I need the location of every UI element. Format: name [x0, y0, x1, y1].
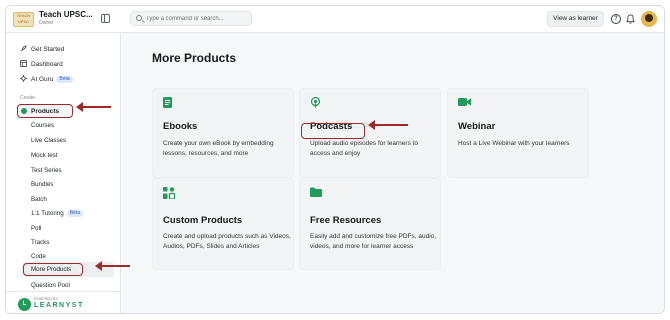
avatar[interactable] [641, 11, 657, 27]
page-title: More Products [152, 51, 237, 65]
search-icon [136, 15, 142, 21]
sidebar-toggle-icon[interactable] [101, 14, 110, 23]
custom-product-icon [163, 187, 175, 199]
sidebar-item-ai-guru[interactable]: AI Guru Beta [31, 76, 73, 83]
sidebar-item-products[interactable]: Products [17, 104, 73, 118]
card-description: Upload audio episodes for learners to ac… [310, 140, 419, 157]
dashboard-icon [20, 60, 27, 67]
product-card-custom-products[interactable]: Custom Products Create and upload produc… [152, 178, 294, 270]
annotation-highlight-box [301, 123, 365, 139]
sidebar-item-get-started[interactable]: Get Started [31, 46, 64, 53]
sidebar-item-test-series[interactable]: Test Series [31, 167, 62, 174]
sidebar-item-batch[interactable]: Batch [31, 196, 47, 203]
sidebar: Get Started Dashboard AI Guru Beta Create… [6, 33, 121, 313]
card-title: Custom Products [163, 215, 243, 226]
annotation-arrow [76, 102, 111, 112]
section-label-create: Create [20, 95, 36, 101]
ebook-icon [163, 97, 172, 108]
sidebar-item-label: AI Guru [31, 76, 54, 83]
brand-logo-text: TEACH UPSC [16, 13, 31, 24]
sidebar-item-dashboard[interactable]: Dashboard [31, 61, 63, 68]
brand-role: Owner [39, 20, 54, 26]
search-input[interactable] [146, 15, 246, 23]
brand-logo: TEACH UPSC [13, 12, 34, 27]
beta-badge: Beta [56, 76, 73, 83]
sparkle-icon [20, 75, 27, 82]
learnyst-wordmark: LEARNYST [34, 302, 84, 309]
view-as-learner-button[interactable]: View as learner [547, 11, 604, 27]
sidebar-item-courses[interactable]: Courses [31, 122, 54, 129]
sidebar-item-bundles[interactable]: Bundles [31, 181, 53, 188]
card-title: Free Resources [310, 215, 382, 226]
card-title: Ebooks [163, 121, 198, 132]
top-bar: TEACH UPSC Teach UPSC... Owner View as l… [6, 6, 664, 33]
podcast-icon [310, 97, 321, 108]
folder-icon [310, 187, 322, 197]
sidebar-item-label: Products [31, 108, 60, 115]
learnyst-logo-icon: L [18, 298, 31, 311]
sidebar-item-tracks[interactable]: Tracks [31, 239, 49, 246]
brand-name[interactable]: Teach UPSC... [39, 10, 93, 19]
divider [6, 291, 121, 292]
products-icon [21, 108, 27, 114]
video-icon [458, 98, 471, 106]
bell-icon[interactable] [626, 14, 635, 24]
search-bar[interactable] [130, 11, 252, 26]
card-description: Host a Live Webinar with your learners [458, 140, 570, 147]
sidebar-item-label: 1:1 Tutoring [31, 210, 64, 217]
card-description: Easily add and customize free PDFs, audi… [310, 233, 437, 250]
sidebar-item-mock-test[interactable]: Mock test [31, 152, 57, 159]
product-card-ebooks[interactable]: Ebooks Create your own eBook by embeddin… [152, 88, 294, 178]
card-title: Webinar [458, 121, 496, 132]
product-card-free-resources[interactable]: Free Resources Easily add and customize … [299, 178, 441, 270]
sidebar-item-tutoring[interactable]: 1:1 Tutoring Beta [31, 210, 83, 217]
app-window: TEACH UPSC Teach UPSC... Owner View as l… [5, 5, 665, 314]
sidebar-item-code[interactable]: Code [31, 253, 46, 260]
sidebar-item-question-pool[interactable]: Question Pool [31, 282, 70, 289]
card-description: Create and upload products such as Video… [163, 233, 291, 250]
sidebar-item-live-classes[interactable]: Live Classes [31, 137, 66, 144]
beta-badge: Beta [66, 210, 83, 217]
rocket-icon [20, 45, 27, 52]
card-description: Create your own eBook by embedding lesso… [163, 140, 274, 157]
sidebar-item-poll[interactable]: Poll [31, 225, 41, 232]
product-card-webinar[interactable]: Webinar Host a Live Webinar with your le… [447, 88, 589, 178]
sidebar-item-label: More Products [31, 266, 72, 273]
annotation-arrow [368, 120, 408, 130]
annotation-arrow [95, 261, 130, 271]
powered-by-label: POWERED BY [34, 297, 58, 301]
help-icon[interactable]: ? [611, 14, 621, 24]
